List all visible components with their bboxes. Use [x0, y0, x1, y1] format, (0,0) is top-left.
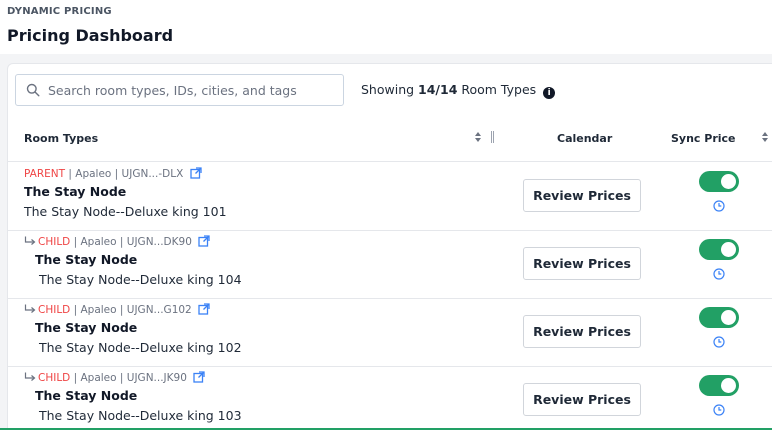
review-prices-button[interactable]: Review Prices [523, 315, 641, 348]
sync-price-toggle[interactable] [699, 375, 739, 396]
external-link-icon[interactable] [198, 303, 210, 315]
toggle-knob [721, 378, 736, 393]
child-tag: CHILD [38, 372, 71, 384]
review-prices-button[interactable]: Review Prices [523, 383, 641, 416]
room-description: The Stay Node--Deluxe king 104 [39, 272, 242, 287]
sync-price-toggle[interactable] [699, 171, 739, 192]
child-arrow-icon [24, 372, 36, 381]
column-sync-price[interactable]: Sync Price [671, 132, 736, 145]
room-name: The Stay Node [35, 252, 138, 267]
row-meta-text: | Apaleo | UJGN...JK90 [70, 372, 187, 384]
page-header: DYNAMIC PRICING Pricing Dashboard [0, 0, 772, 54]
column-resize-handle[interactable] [491, 131, 494, 143]
clock-icon[interactable] [713, 404, 725, 416]
page-eyebrow: DYNAMIC PRICING [7, 6, 112, 17]
room-types-card: Showing 14/14 Room Types i Room Types Ca… [7, 63, 772, 430]
room-name: The Stay Node [35, 388, 138, 403]
table-row: CHILD | Apaleo | UJGN...JK90 The Stay No… [8, 367, 772, 430]
count-suffix: Room Types [457, 82, 537, 97]
sort-icon[interactable] [761, 131, 769, 143]
review-prices-button[interactable]: Review Prices [523, 247, 641, 280]
toggle-knob [721, 174, 736, 189]
parent-tag: PARENT [24, 168, 66, 180]
search-input[interactable] [48, 79, 338, 101]
child-tag: CHILD [38, 304, 71, 316]
table-row: CHILD | Apaleo | UJGN...DK90 The Stay No… [8, 231, 772, 299]
row-meta-text: | Apaleo | UJGN...DK90 [70, 236, 192, 248]
clock-icon[interactable] [713, 268, 725, 280]
room-name: The Stay Node [24, 184, 127, 199]
sort-icon[interactable] [474, 131, 482, 143]
external-link-icon[interactable] [193, 371, 205, 383]
table-row: CHILD | Apaleo | UJGN...G102 The Stay No… [8, 299, 772, 367]
row-meta-text: | Apaleo | UJGN...-DLX [65, 168, 184, 180]
row-meta-text: | Apaleo | UJGN...G102 [70, 304, 192, 316]
clock-icon[interactable] [713, 200, 725, 212]
child-tag: CHILD [38, 236, 71, 248]
room-description: The Stay Node--Deluxe king 103 [39, 408, 242, 423]
child-arrow-icon [24, 304, 36, 313]
page-title: Pricing Dashboard [7, 26, 174, 45]
search-icon [26, 83, 40, 97]
count-value: 14/14 [418, 82, 458, 97]
review-prices-button[interactable]: Review Prices [523, 179, 641, 212]
count-prefix: Showing [361, 82, 419, 97]
toggle-knob [721, 242, 736, 257]
room-name: The Stay Node [35, 320, 138, 335]
sync-price-toggle[interactable] [699, 239, 739, 260]
room-description: The Stay Node--Deluxe king 101 [24, 204, 227, 219]
row-meta: CHILD | Apaleo | UJGN...G102 [24, 303, 210, 316]
room-description: The Stay Node--Deluxe king 102 [39, 340, 242, 355]
search-box[interactable] [15, 74, 344, 106]
external-link-icon[interactable] [189, 167, 202, 179]
row-meta: CHILD | Apaleo | UJGN...JK90 [24, 371, 205, 384]
clock-icon[interactable] [713, 336, 725, 348]
child-arrow-icon [24, 236, 36, 245]
row-meta: CHILD | Apaleo | UJGN...DK90 [24, 235, 210, 248]
info-icon[interactable]: i [543, 87, 556, 99]
sync-price-toggle[interactable] [699, 307, 739, 328]
table-row: PARENT | Apaleo | UJGN...-DLX The Stay N… [8, 163, 772, 231]
room-type-count: Showing 14/14 Room Types i [361, 82, 556, 99]
column-room-types[interactable]: Room Types [24, 132, 98, 145]
external-link-icon[interactable] [198, 235, 210, 247]
toggle-knob [721, 310, 736, 325]
row-meta: PARENT | Apaleo | UJGN...-DLX [24, 167, 202, 180]
column-calendar: Calendar [557, 132, 613, 145]
table-header: Room Types Calendar Sync Price [8, 116, 772, 162]
